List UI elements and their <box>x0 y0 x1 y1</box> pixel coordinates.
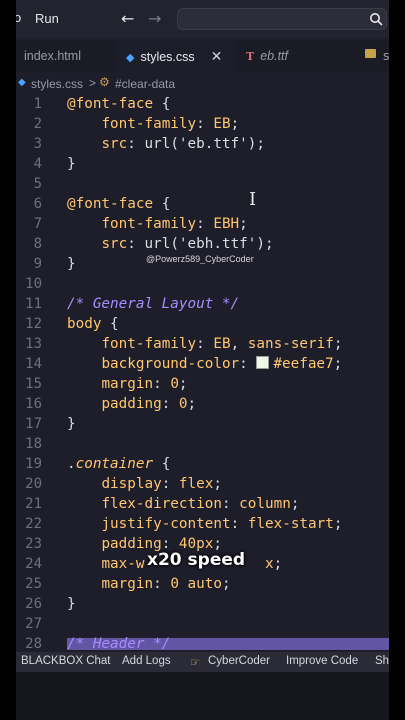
watermark-text: @Powerz589_CyberCoder <box>146 254 254 264</box>
line-number: 3 <box>33 136 42 152</box>
code-line-22: justify-content: flex-start; <box>101 516 343 532</box>
status-cybercoder[interactable]: CyberCoder <box>208 655 270 667</box>
code-line-7: font-family: EBH; <box>101 216 248 232</box>
code-line-14: background-color: #eefae7; <box>101 356 343 372</box>
hand-pointer-icon: ☞ <box>190 657 201 669</box>
status-bar: BLACKBOX Chat Add Logs ☞ CyberCoder Impr… <box>16 652 389 672</box>
line-number: 12 <box>25 316 42 332</box>
menu-item-run[interactable]: Run <box>35 11 59 26</box>
code-line-20: display: flex; <box>101 476 222 492</box>
menu-bar: o Run ← → <box>16 0 389 38</box>
line-number: 25 <box>25 576 42 592</box>
code-line-19: .container { <box>67 456 171 472</box>
line-number: 28 <box>25 636 42 652</box>
code-line-2: font-family: EB; <box>101 116 240 132</box>
line-number: 26 <box>25 596 42 612</box>
tab-index-html[interactable]: index.html <box>24 40 124 72</box>
code-line-1: @font-face { <box>67 96 171 112</box>
line-number: 20 <box>25 476 42 492</box>
line-number: 11 <box>25 296 42 312</box>
line-number: 9 <box>33 256 42 272</box>
tab-styles-css[interactable]: ◆ styles.css ✕ <box>116 40 236 72</box>
line-number: 2 <box>33 116 42 132</box>
line-number: 6 <box>33 196 42 212</box>
line-number: 13 <box>25 336 42 352</box>
line-number: 27 <box>25 616 42 632</box>
arrow-left-icon[interactable]: ← <box>121 9 134 28</box>
breadcrumb-symbol[interactable]: #clear-data <box>115 77 175 91</box>
line-number: 16 <box>25 396 42 412</box>
line-number: 4 <box>33 156 42 172</box>
code-line-12: body { <box>67 316 119 332</box>
line-number: 15 <box>25 376 42 392</box>
line-number: 7 <box>33 216 42 232</box>
code-line-26: } <box>67 596 76 612</box>
code-line-21: flex-direction: column; <box>101 496 300 512</box>
color-swatch[interactable] <box>256 356 270 369</box>
breadcrumb-file[interactable]: styles.css <box>31 77 83 91</box>
code-line-9: } <box>67 256 76 272</box>
code-line-6: @font-face { <box>67 196 171 212</box>
css-file-icon: ◆ <box>126 52 135 64</box>
tab-eb-ttf[interactable]: Teb.ttf <box>246 40 346 72</box>
line-number: 21 <box>25 496 42 512</box>
line-number: 22 <box>25 516 42 532</box>
line-number: 24 <box>25 556 42 572</box>
status-add-logs[interactable]: Add Logs <box>122 655 171 667</box>
status-partial[interactable]: Sh <box>375 655 389 667</box>
speed-caption: x20 speed <box>147 550 246 570</box>
search-icon <box>370 13 383 26</box>
code-line-25: margin: 0 auto; <box>101 576 231 592</box>
folder-icon <box>365 49 376 58</box>
code-line-11: /* General Layout */ <box>67 296 240 312</box>
font-file-icon: T <box>246 50 255 63</box>
line-number: 1 <box>33 96 42 112</box>
status-improve-code[interactable]: Improve Code <box>286 655 358 667</box>
command-search-box[interactable] <box>177 8 387 30</box>
css-file-icon: ◆ <box>18 77 26 88</box>
symbol-icon: ⚙ <box>99 75 110 89</box>
text-cursor-icon: I <box>249 189 257 210</box>
tab-label: styles.css <box>140 50 195 64</box>
tab-bar: index.html ◆ styles.css ✕ Teb.ttf s <box>16 40 389 72</box>
code-line-17: } <box>67 416 76 432</box>
line-number: 8 <box>33 236 42 252</box>
tab-label: index.html <box>24 49 81 63</box>
line-number: 23 <box>25 536 42 552</box>
line-number: 18 <box>25 436 42 452</box>
code-line-15: margin: 0; <box>101 376 188 392</box>
breadcrumb-separator: > <box>89 76 97 90</box>
line-number: 19 <box>25 456 42 472</box>
code-line-8: src: url('ebh.ttf'); <box>101 236 274 252</box>
line-number: 5 <box>33 176 42 192</box>
code-line-4: } <box>67 156 76 172</box>
line-number: 10 <box>25 276 42 292</box>
tab-label: eb.ttf <box>260 49 288 63</box>
tab-partial[interactable]: s <box>383 40 389 72</box>
code-line-13: font-family: EB, sans-serif; <box>101 336 343 352</box>
status-blackbox-chat[interactable]: BLACKBOX Chat <box>21 655 110 667</box>
close-icon[interactable]: ✕ <box>211 40 223 72</box>
line-number: 17 <box>25 416 42 432</box>
code-line-28: /* Header */ <box>67 636 171 652</box>
bottom-panel <box>16 672 389 720</box>
breadcrumb: ◆ styles.css > ⚙ #clear-data <box>16 74 389 94</box>
menu-item-partial[interactable]: o <box>16 10 21 25</box>
arrow-right-icon[interactable]: → <box>148 9 161 28</box>
line-number: 14 <box>25 356 42 372</box>
code-line-16: padding: 0; <box>101 396 197 412</box>
editor-screen: o Run ← → index.html ◆ styles.css ✕ Teb.tt… <box>16 0 389 720</box>
code-line-3: src: url('eb.ttf'); <box>101 136 266 152</box>
